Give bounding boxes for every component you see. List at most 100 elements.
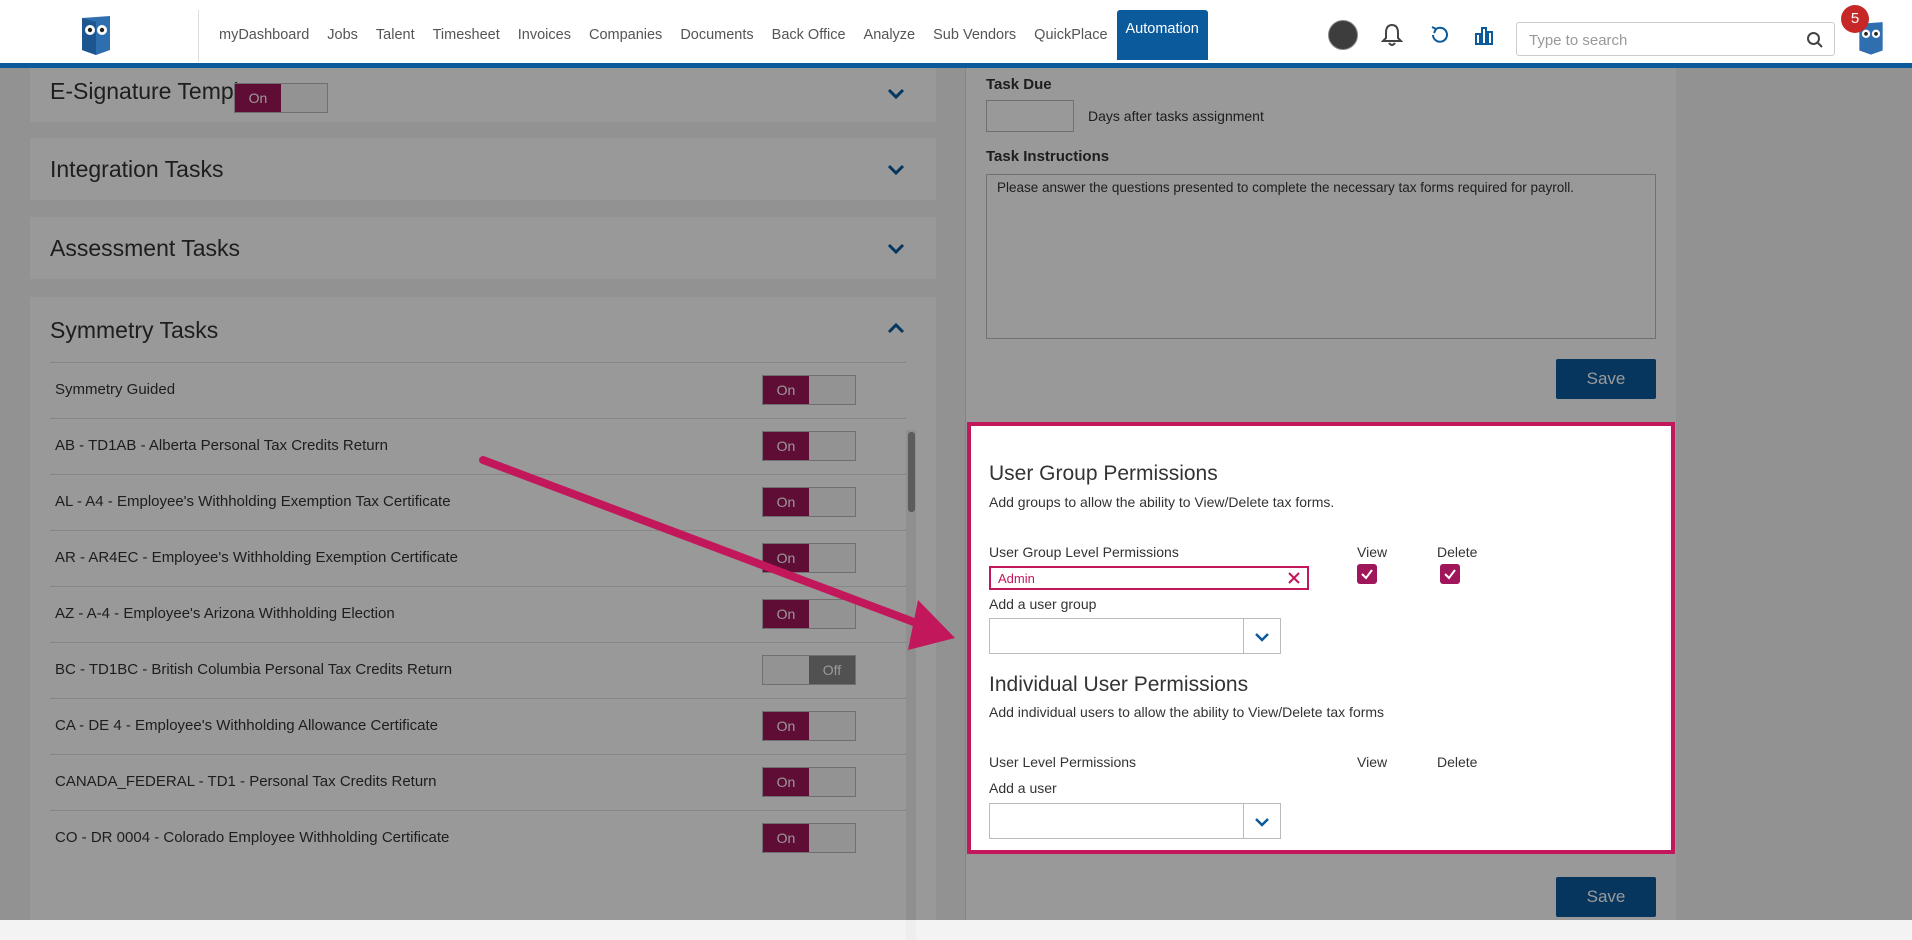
task-label: AB - TD1AB - Alberta Personal Tax Credit… (55, 437, 388, 454)
task-label: AL - A4 - Employee's Withholding Exempti… (55, 493, 451, 510)
task-toggle[interactable]: On (762, 487, 856, 517)
task-due-label: Task Due (986, 76, 1052, 93)
task-instructions-label: Task Instructions (986, 148, 1110, 165)
task-label: AR - AR4EC - Employee's Withholding Exem… (55, 549, 459, 566)
notification-badge: 5 (1841, 5, 1869, 33)
select-divider (1243, 619, 1244, 653)
chevron-down-icon[interactable] (886, 239, 906, 259)
user-permissions-subtitle: Add individual users to allow the abilit… (989, 704, 1385, 720)
select-divider (1243, 804, 1244, 838)
task-label: Symmetry Guided (55, 381, 176, 398)
nav-analyze[interactable]: Analyze (855, 16, 925, 54)
symmetry-master-toggle[interactable]: On (234, 83, 328, 113)
search-icon[interactable] (1806, 31, 1824, 54)
chevron-down-icon[interactable] (1253, 813, 1271, 831)
task-row: AR - AR4EC - Employee's Withholding Exem… (50, 530, 906, 586)
user-view-header: View (1357, 754, 1388, 770)
main-nav: myDashboard Jobs Talent Timesheet Invoic… (210, 10, 1208, 60)
group-tag-admin[interactable]: Admin (989, 566, 1309, 590)
nav-jobs[interactable]: Jobs (318, 16, 367, 54)
nav-back-office[interactable]: Back Office (763, 16, 855, 54)
task-toggle[interactable]: On (762, 599, 856, 629)
task-row: AZ - A-4 - Employee's Arizona Withholdin… (50, 586, 906, 642)
chevron-down-icon[interactable] (886, 160, 906, 180)
chevron-down-icon[interactable] (886, 84, 906, 104)
add-group-label: Add a user group (989, 596, 1097, 612)
task-row: BC - TD1BC - British Columbia Personal T… (50, 642, 906, 698)
accordion-title: Symmetry Tasks (50, 317, 219, 343)
group-permissions-subtitle: Add groups to allow the ability to View/… (989, 494, 1335, 510)
accordion-integration[interactable]: Integration Tasks (30, 138, 936, 200)
nav-documents[interactable]: Documents (671, 16, 762, 54)
group-delete-checkbox[interactable] (1440, 564, 1460, 584)
add-group-select[interactable] (989, 618, 1281, 654)
task-toggle[interactable]: On (762, 431, 856, 461)
task-row: Symmetry Guided On (50, 362, 906, 418)
task-instructions-textarea[interactable]: Please answer the questions presented to… (986, 174, 1656, 339)
toggle-state-label: On (763, 376, 809, 404)
toggle-state-label: On (763, 712, 809, 740)
toggle-state-label: On (763, 488, 809, 516)
toggle-state-label: On (763, 544, 809, 572)
save-button[interactable]: Save (1556, 359, 1656, 399)
task-toggle[interactable]: On (762, 767, 856, 797)
owl-logo-icon[interactable] (78, 14, 114, 56)
close-icon[interactable] (1287, 571, 1301, 585)
task-due-suffix: Days after tasks assignment (1088, 108, 1264, 124)
toggle-state-label: On (763, 600, 809, 628)
task-row: CANADA_FEDERAL - TD1 - Personal Tax Cred… (50, 754, 906, 810)
task-due-input[interactable] (986, 100, 1074, 132)
task-row: AL - A4 - Employee's Withholding Exempti… (50, 474, 906, 530)
toggle-on-label: On (235, 84, 281, 112)
search-input[interactable] (1517, 23, 1801, 57)
group-permissions-title: User Group Permissions (989, 462, 1218, 485)
task-label: CO - DR 0004 - Colorado Employee Withhol… (55, 829, 450, 846)
nav-invoices[interactable]: Invoices (509, 16, 580, 54)
nav-quickplace[interactable]: QuickPlace (1025, 16, 1116, 54)
task-label: CANADA_FEDERAL - TD1 - Personal Tax Cred… (55, 773, 437, 790)
accordion-assessment[interactable]: Assessment Tasks (30, 217, 936, 279)
permissions-highlight-box: User Group Permissions Add groups to all… (967, 422, 1675, 854)
profile-avatar[interactable] (1328, 20, 1358, 50)
accordion-esignature[interactable]: E-Signature Templates (30, 68, 936, 122)
nav-companies[interactable]: Companies (580, 16, 671, 54)
toggle-state-label: On (763, 768, 809, 796)
task-label: CA - DE 4 - Employee's Withholding Allow… (55, 717, 439, 734)
user-level-label: User Level Permissions (989, 754, 1137, 770)
logo-divider (198, 10, 199, 62)
add-user-label: Add a user (989, 780, 1057, 796)
accordion-title: Assessment Tasks (50, 235, 241, 261)
nav-timesheet[interactable]: Timesheet (424, 16, 509, 54)
task-toggle[interactable]: Off (762, 655, 856, 685)
nav-automation[interactable]: Automation (1116, 10, 1208, 60)
nav-sub-vendors[interactable]: Sub Vendors (924, 16, 1025, 54)
top-navigation-bar: myDashboard Jobs Talent Timesheet Invoic… (0, 0, 1912, 68)
bar-chart-icon[interactable] (1469, 20, 1499, 50)
toggle-state-label: On (763, 824, 809, 852)
toggle-state-label: On (763, 432, 809, 460)
group-view-header: View (1357, 544, 1388, 560)
task-toggle[interactable]: On (762, 543, 856, 573)
chevron-up-icon[interactable] (886, 319, 906, 339)
task-toggle[interactable]: On (762, 711, 856, 741)
save-button-bottom[interactable]: Save (1556, 877, 1656, 917)
nav-talent[interactable]: Talent (367, 16, 424, 54)
user-permissions-title: Individual User Permissions (989, 673, 1249, 696)
task-label: BC - TD1BC - British Columbia Personal T… (55, 661, 453, 678)
add-user-select[interactable] (989, 803, 1281, 839)
task-toggle[interactable]: On (762, 823, 856, 853)
refresh-icon[interactable] (1425, 20, 1455, 50)
task-row: AB - TD1AB - Alberta Personal Tax Credit… (50, 418, 906, 474)
accordion-title: Integration Tasks (50, 156, 224, 182)
toggle-state-label: Off (809, 656, 855, 684)
group-level-label: User Group Level Permissions (989, 544, 1179, 560)
task-toggle[interactable]: On (762, 375, 856, 405)
task-row: CO - DR 0004 - Colorado Employee Withhol… (50, 810, 906, 866)
group-view-checkbox[interactable] (1357, 564, 1377, 584)
task-label: AZ - A-4 - Employee's Arizona Withholdin… (55, 605, 395, 622)
chevron-down-icon[interactable] (1253, 628, 1271, 646)
bell-icon[interactable] (1377, 20, 1407, 50)
scrollbar-thumb[interactable] (908, 432, 915, 512)
nav-mydashboard[interactable]: myDashboard (210, 16, 318, 54)
group-tag-label: Admin (998, 571, 1035, 586)
